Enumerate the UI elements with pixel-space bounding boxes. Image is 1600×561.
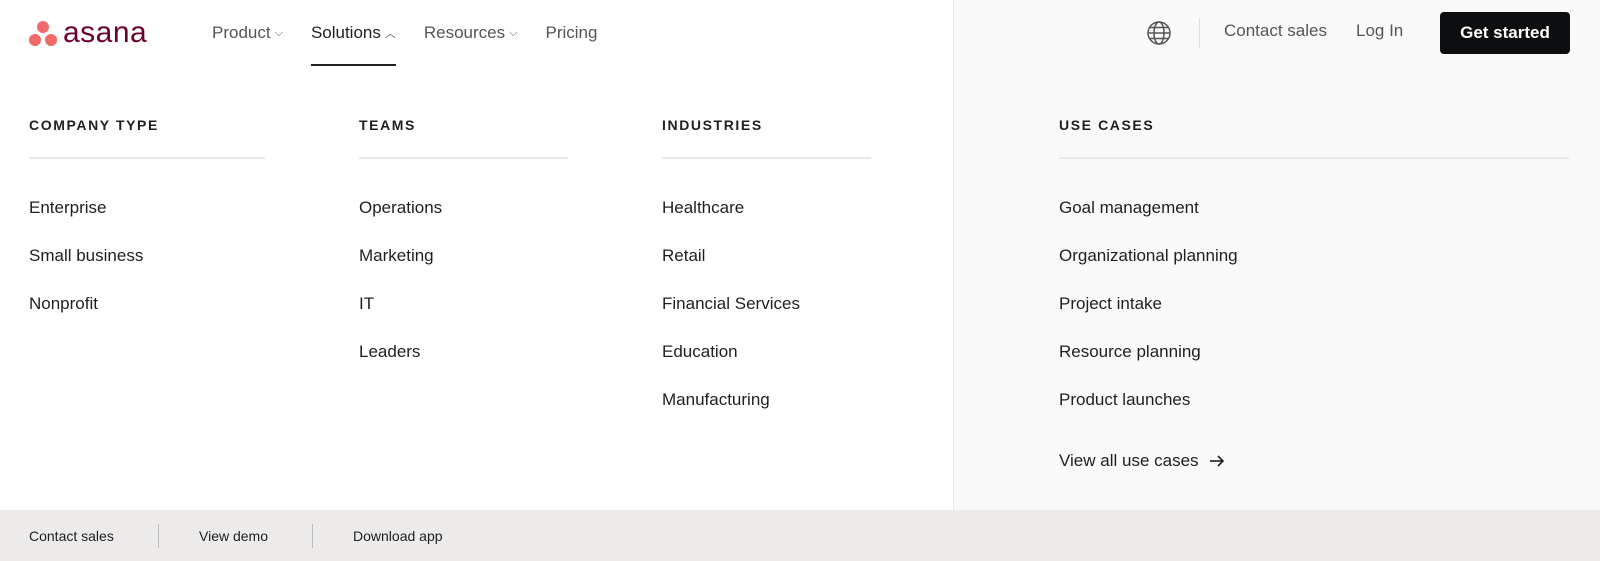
chevron-up-icon: ︿: [384, 28, 396, 40]
industries-heading: INDUSTRIES: [662, 117, 871, 159]
menu-link-leaders[interactable]: Leaders: [359, 341, 568, 389]
log-in-link[interactable]: Log In: [1356, 21, 1403, 41]
company-type-heading: COMPANY TYPE: [29, 117, 265, 159]
chevron-down-icon: ⌵: [274, 26, 283, 39]
use-cases-column: USE CASES Goal management Organizational…: [1059, 117, 1569, 485]
globe-icon[interactable]: [1146, 20, 1172, 46]
industries-list: Healthcare Retail Financial Services Edu…: [662, 197, 871, 437]
teams-heading: TEAMS: [359, 117, 568, 159]
view-all-label: View all use cases: [1059, 451, 1199, 470]
view-all-use-cases-link[interactable]: View all use cases: [1059, 437, 1569, 485]
use-cases-heading: USE CASES: [1059, 117, 1569, 159]
header-divider: [1199, 18, 1200, 48]
nav-resources-label: Resources: [423, 23, 506, 42]
nav-pricing-label: Pricing: [545, 23, 598, 42]
menu-link-manufacturing[interactable]: Manufacturing: [662, 389, 871, 437]
menu-link-small-business[interactable]: Small business: [29, 245, 265, 293]
menu-link-project-intake[interactable]: Project intake: [1059, 293, 1569, 341]
footer-download-app-link[interactable]: Download app: [353, 528, 443, 544]
menu-link-organizational-planning[interactable]: Organizational planning: [1059, 245, 1569, 293]
menu-link-education[interactable]: Education: [662, 341, 871, 389]
nav-product-label: Product: [212, 23, 271, 42]
menu-link-financial-services[interactable]: Financial Services: [662, 293, 871, 341]
menu-link-resource-planning[interactable]: Resource planning: [1059, 341, 1569, 389]
asana-logo[interactable]: asana: [28, 18, 147, 48]
footer-view-demo-link[interactable]: View demo: [199, 528, 268, 544]
teams-list: Operations Marketing IT Leaders: [359, 197, 568, 389]
nav-solutions[interactable]: Solutions ︿: [310, 0, 396, 66]
arrow-right-icon: [1209, 455, 1224, 467]
nav-pricing[interactable]: Pricing: [545, 0, 597, 66]
menu-link-retail[interactable]: Retail: [662, 245, 871, 293]
contact-sales-link[interactable]: Contact sales: [1224, 21, 1327, 41]
industries-column: INDUSTRIES Healthcare Retail Financial S…: [662, 117, 871, 437]
company-type-column: COMPANY TYPE Enterprise Small business N…: [29, 117, 265, 341]
footer-divider: [312, 524, 313, 548]
logo-wordmark: asana: [63, 16, 148, 49]
get-started-button[interactable]: Get started: [1440, 12, 1570, 54]
use-cases-list: Goal management Organizational planning …: [1059, 197, 1569, 485]
nav-solutions-label: Solutions: [310, 23, 381, 42]
teams-column: TEAMS Operations Marketing IT Leaders: [359, 117, 568, 389]
main-nav: Product ⌵ Solutions ︿ Resources ⌵ Pricin…: [212, 0, 625, 66]
menu-link-it[interactable]: IT: [359, 293, 568, 341]
menu-link-nonprofit[interactable]: Nonprofit: [29, 293, 265, 341]
company-type-list: Enterprise Small business Nonprofit: [29, 197, 265, 341]
top-navigation: asana Product ⌵ Solutions ︿ Resources ⌵ …: [0, 0, 1600, 66]
footer-divider: [158, 524, 159, 548]
menu-link-operations[interactable]: Operations: [359, 197, 568, 245]
menu-link-enterprise[interactable]: Enterprise: [29, 197, 265, 245]
nav-resources[interactable]: Resources ⌵: [424, 0, 518, 66]
menu-footer-bar: Contact sales View demo Download app: [0, 510, 1600, 561]
chevron-down-icon: ⌵: [509, 26, 518, 39]
menu-link-goal-management[interactable]: Goal management: [1059, 197, 1569, 245]
nav-product[interactable]: Product ⌵: [212, 0, 283, 66]
menu-link-healthcare[interactable]: Healthcare: [662, 197, 871, 245]
menu-link-product-launches[interactable]: Product launches: [1059, 389, 1569, 437]
footer-contact-sales-link[interactable]: Contact sales: [29, 528, 114, 544]
menu-link-marketing[interactable]: Marketing: [359, 245, 568, 293]
asana-dots-icon: [28, 19, 58, 47]
